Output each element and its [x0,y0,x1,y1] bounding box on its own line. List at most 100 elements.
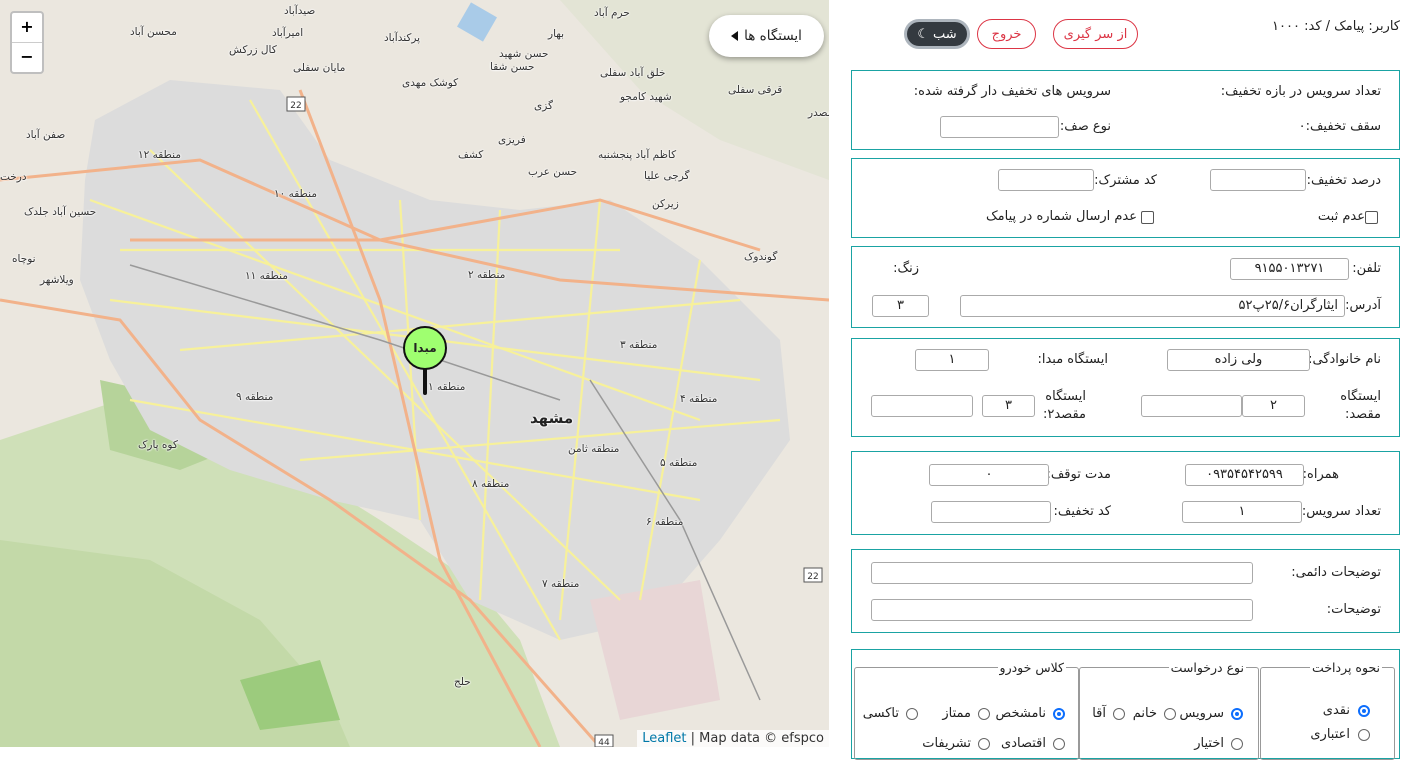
map-label-city: مشهد [530,409,574,427]
exit-button[interactable]: خروج [977,19,1036,49]
moon-icon: ☾ [917,26,929,42]
payment-credit-radio[interactable] [1358,729,1370,741]
origin-marker[interactable]: مبدا [403,326,447,395]
map-label-place: مایان سفلی [293,62,346,74]
request-type-legend: نوع درخواست [1170,660,1244,675]
restart-button[interactable]: از سر گیری [1053,19,1138,49]
map-attribution: Leaflet | Map data © efspco [637,730,829,747]
origin-station-input[interactable]: ۱ [915,349,989,371]
road-shield-2: 22 [807,572,818,582]
map-label-place: حلج [454,676,471,688]
dest2-station-input[interactable]: ۳ [982,395,1035,417]
no-register-checkbox[interactable] [1365,211,1378,224]
dest-station-extra-input[interactable] [1141,395,1242,417]
stop-duration-label: مدت توقف: [1046,467,1111,482]
vehicle-premium-radio[interactable] [978,708,990,720]
family-name-label: نام خانوادگی: [1308,352,1381,367]
request-optional-radio[interactable] [1231,738,1243,750]
map-label-place: فریزی [498,134,526,146]
request-service-label: سرویس [1179,706,1224,721]
request-optional-label: اختیار [1194,736,1224,751]
map-label-place: حسن شقا [490,61,535,73]
discount-ceiling-label: سقف تخفیف:۰ [1298,119,1381,134]
phone-input[interactable]: ۹۱۵۵۰۱۳۲۷۱ [1230,258,1349,280]
request-lady-label: خانم [1132,706,1157,721]
request-lady-radio[interactable] [1164,708,1176,720]
user-info: کاربر: پیامک / کد: ۱۰۰۰ [1272,19,1400,34]
map-view[interactable]: 22 22 44 مشهد منطقه ۱ منطقه ۲ منطقه ۳ من… [0,0,829,747]
vehicle-vip-radio[interactable] [978,738,990,750]
stations-toggle-button[interactable]: ایستگاه ها [709,15,824,57]
stations-button-label: ایستگاه ها [744,28,802,44]
discount-info-box: تعداد سرویس در بازه تخفیف: سرویس های تخف… [851,70,1400,150]
payment-cash-radio[interactable] [1358,705,1370,717]
request-sir-radio[interactable] [1113,708,1125,720]
night-mode-button[interactable]: شب ☾ [904,19,970,49]
vehicle-taxi-radio[interactable] [906,708,918,720]
queue-type-input[interactable] [940,116,1059,138]
request-type-fieldset: نوع درخواست سرویس خانم آقا اختیار [1079,660,1259,760]
dest2-station-extra-input[interactable] [871,395,973,417]
discount-code-input[interactable] [931,501,1051,523]
map-label-zone: منطقه ۵ [660,457,698,469]
phone-label: تلفن: [1352,261,1381,276]
trip-box: نام خانوادگی: ولی زاده ایستگاه مبدا: ۱ ا… [851,338,1400,437]
service-box: همراه: ۰۹۳۵۴۵۴۲۵۹۹ مدت توقف: ۰ تعداد سرو… [851,451,1400,535]
map-label-place: بهار [548,28,565,40]
map-label-place: کشف [458,149,484,161]
leaflet-link[interactable]: Leaflet [642,731,686,746]
address-number-input[interactable]: ۳ [872,295,929,317]
map-label-place: صیدآباد [284,5,316,17]
map-label-place: درخت [0,171,27,183]
discount-percent-input[interactable] [1210,169,1306,191]
marker-pin-icon [423,369,427,395]
request-service-radio[interactable] [1231,708,1243,720]
stop-duration-input[interactable]: ۰ [929,464,1049,486]
map-label-place: کال زرکش [229,44,277,56]
zoom-in-button[interactable]: + [12,13,42,42]
caret-left-icon [731,31,739,41]
vehicle-unknown-label: نامشخص [995,706,1046,721]
payment-credit-label: اعتباری [1310,727,1350,742]
map-label-place: مصدر [808,107,829,119]
address-input[interactable]: ایثارگران۲۵/۶پ۵۲ [960,295,1345,317]
origin-station-label: ایستگاه مبدا: [1037,352,1108,367]
customer-code-input[interactable] [998,169,1094,191]
origin-marker-label: مبدا [403,326,447,370]
map-label-zone: منطقه ۱۱ [245,270,288,282]
map-label-zone: منطقه ۷ [542,578,580,590]
map-label-place: گزی [534,100,554,112]
vehicle-class-fieldset: کلاس خودرو نامشخص ممتاز تاکسی اقتصادی تش… [854,660,1079,760]
map-label-place: حسن عرب [528,166,578,178]
map-label-place: حرم آباد [594,7,630,19]
map-label-place: حسن شهید [499,48,549,60]
no-sms-label: عدم ارسال شماره در پیامک [986,209,1137,224]
map-label-zone: منطقه ۱۲ [138,149,181,161]
permanent-notes-input[interactable] [871,562,1253,584]
permanent-notes-label: توضیحات دائمی: [1291,565,1381,580]
map-label-zone: منطقه ۶ [646,516,684,528]
request-sir-label: آقا [1092,706,1106,721]
vehicle-class-legend: کلاس خودرو [999,660,1064,675]
discount-percent-label: درصد تخفیف: [1306,173,1381,188]
service-count-input[interactable]: ۱ [1182,501,1302,523]
map-label-zone: منطقه ثامن [568,443,620,455]
no-sms-checkbox[interactable] [1141,211,1154,224]
vehicle-unknown-radio[interactable] [1053,708,1065,720]
notes-input[interactable] [871,599,1253,621]
dest-station-input[interactable]: ۲ [1242,395,1305,417]
no-register-label: عدم ثبت [1317,209,1365,224]
map-label-place: کوشک مهدی [402,77,459,89]
family-name-input[interactable]: ولی زاده [1167,349,1310,371]
service-count-label: تعداد سرویس: [1301,504,1381,519]
zoom-out-button[interactable]: − [12,42,42,72]
top-bar: کاربر: پیامک / کد: ۱۰۰۰ از سر گیری خروج … [829,17,1410,53]
ring-label: زنگ: [893,261,919,276]
map-label-zone: منطقه ۳ [620,339,658,351]
discounted-services-label: سرویس های تخفیف دار گرفته شده: [913,84,1111,99]
map-label-place: قرقی سفلی [728,84,783,96]
contact-box: تلفن: ۹۱۵۵۰۱۳۲۷۱ زنگ: آدرس: ایثارگران۲۵/… [851,246,1400,328]
order-panel: کاربر: پیامک / کد: ۱۰۰۰ از سر گیری خروج … [829,0,1410,760]
vehicle-economy-radio[interactable] [1053,738,1065,750]
mobile-input[interactable]: ۰۹۳۵۴۵۴۲۵۹۹ [1185,464,1304,486]
